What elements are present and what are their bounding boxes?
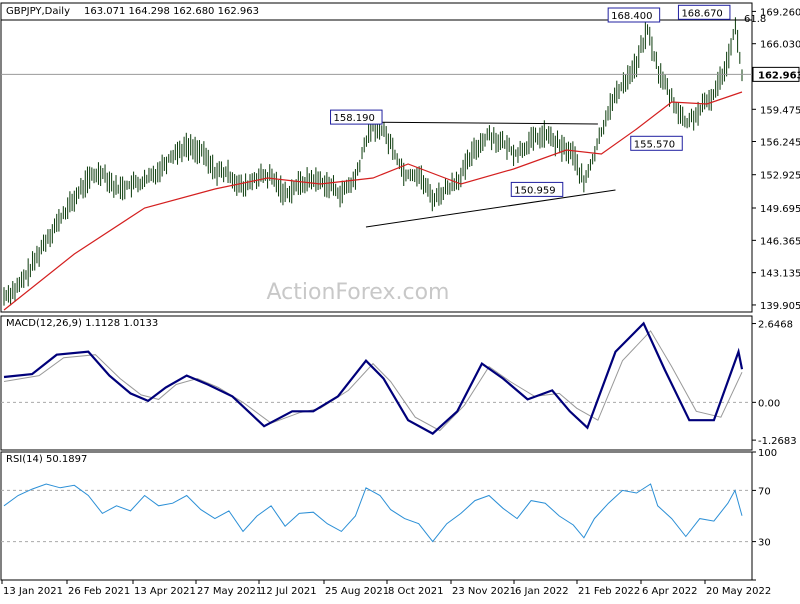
forex-chart: ActionForex.com 168.400 168.670 61.8 158.19…: [0, 0, 800, 600]
rsi-lines: [3, 483, 743, 543]
lower-trendline: [365, 189, 616, 228]
price-tick-label: 169.260: [760, 7, 800, 18]
price-tick-label: 156.245: [760, 138, 800, 149]
price-tick-label: 139.905: [760, 301, 800, 312]
rsi-label: RSI(14) 50.1897: [6, 454, 87, 465]
price-annotation: 168.400: [607, 7, 661, 23]
price-tick-label: 159.475: [760, 105, 800, 116]
date-tick-label: 20 May 2022: [706, 586, 771, 597]
macd-tick-label: 2.6468: [758, 320, 793, 331]
rsi-grid: [1, 489, 752, 543]
date-tick-label: 8 Oct 2021: [388, 586, 443, 597]
date-tick-label: 26 Feb 2021: [68, 586, 130, 597]
date-tick-label: 6 Jan 2022: [515, 586, 569, 597]
date-tick-label: 13 Apr 2021: [134, 586, 196, 597]
panel-frame-1: [0, 315, 753, 451]
date-tick-label: 13 Jan 2021: [3, 586, 63, 597]
upper-trendline: [369, 121, 598, 125]
panel-frame-0: [0, 2, 753, 313]
price-annotation: 155.570: [630, 135, 683, 151]
annotation-label: 150.959: [514, 185, 555, 196]
macd-main-line: [3, 321, 744, 435]
date-tick-label: 6 Apr 2022: [642, 586, 697, 597]
price-annotation: 150.959: [510, 181, 564, 197]
rsi-tick-label: 30: [758, 538, 771, 549]
price-tick-label: 146.365: [760, 236, 800, 247]
rsi-axis: 100 70 30: [752, 448, 777, 581]
price-tick-label: 166.030: [760, 40, 800, 51]
macd-lines: [3, 321, 744, 435]
rsi-line: [3, 483, 743, 543]
macd-axis: 2.6468 0.00 -1.2683: [752, 320, 797, 447]
chart-svg: ActionForex.com 168.400 168.67061.8158.19…: [0, 2, 800, 597]
price-tick-label: 152.925: [760, 171, 800, 182]
price-annotation: 168.670: [677, 4, 731, 20]
date-tick-label: 12 Jul 2021: [260, 586, 317, 597]
date-tick-label: 25 Aug 2021: [325, 586, 389, 597]
macd-label: MACD(12,26,9) 1.1128 1.0133: [6, 318, 158, 329]
rsi-tick-label: 100: [758, 448, 777, 459]
rsi-tick-label: 70: [758, 486, 771, 497]
price-panel: ActionForex.com 168.400 168.67061.8158.19…: [1, 4, 800, 312]
date-tick-label: 27 May 2021: [197, 586, 262, 597]
watermark-text: ActionForex.com: [267, 280, 450, 305]
annotation-label: 168.400: [611, 11, 652, 22]
price-bars: [3, 17, 743, 306]
price-annotation: 158.190: [330, 109, 383, 125]
panel-frame-2: [0, 451, 753, 581]
annotation-label: 155.570: [634, 139, 675, 150]
date-tick-label: 21 Feb 2022: [578, 586, 640, 597]
price-tick-label: 149.695: [760, 204, 800, 215]
macd-tick-label: 0.00: [758, 398, 780, 409]
current-price-label: 162.963: [758, 70, 800, 81]
ohlc-readout: 163.071 164.298 162.680 162.963: [84, 6, 259, 17]
date-axis: 13 Jan 2021 26 Feb 2021 13 Apr 2021 27 May …: [1, 580, 771, 597]
annotation-label: 158.190: [334, 113, 375, 124]
price-tick-label: 143.135: [760, 269, 800, 280]
price-chart-title: GBPJPY,Daily: [6, 6, 70, 17]
annotation-label: 168.670: [681, 8, 722, 19]
macd-tick-label: -1.2683: [758, 436, 797, 447]
macd-panel: MACD(12,26,9) 1.1128 1.0133 2.6468 0.00 -1…: [1, 318, 797, 447]
rsi-panel: RSI(14) 50.1897 100 70 30: [1, 448, 777, 581]
price-axis: 169.260 166.030 159.475 156.245 152.925 149.6…: [752, 7, 800, 312]
date-tick-label: 23 Nov 2021: [452, 586, 516, 597]
